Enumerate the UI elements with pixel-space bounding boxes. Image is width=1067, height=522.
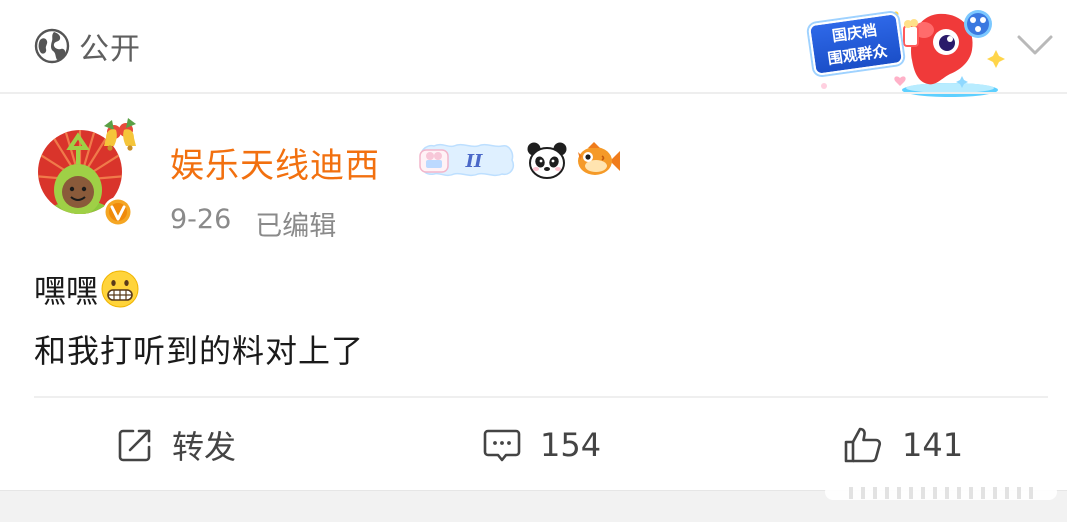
verified-v-icon [103,197,133,227]
like-button[interactable]: 141 [842,420,963,470]
fish-badge-icon[interactable] [576,140,622,182]
comment-icon [483,429,521,462]
edited-label[interactable]: 已编辑 [255,204,336,243]
grimacing-face-icon [101,270,139,308]
bell-decoration-icon [104,118,136,151]
like-count: 141 [902,426,964,464]
comment-count: 154 [540,426,602,464]
panda-badge-icon[interactable] [526,140,568,182]
constellation-badge-icon[interactable]: II [414,140,518,182]
author-name[interactable]: 娱乐天线迪西 [170,138,380,187]
avatar[interactable] [34,118,144,228]
thumbs-up-icon [844,427,882,463]
repost-label: 转发 [172,428,237,466]
post-text-line-2: 和我打听到的料对上了 [34,332,365,370]
repost-button[interactable]: 转发 [116,420,236,470]
post-meta: 9-26 已编辑 [170,204,336,243]
svg-text:II: II [465,151,483,172]
author-badges: II [414,138,622,184]
national-day-campaign-banner[interactable]: 国庆档 围观群众 [800,4,1008,100]
header-divider [0,92,1067,94]
actions-divider [34,396,1048,398]
globe-icon [34,28,70,64]
post-text-hehe: 嘿嘿 [34,272,99,310]
comment-button[interactable]: 154 [482,420,601,470]
visibility-indicator[interactable]: 公开 [34,26,141,67]
watermark-icon [825,484,1057,500]
post-header: 公开 国庆档 围观群众 [0,0,1067,97]
visibility-label: 公开 [79,32,141,67]
repost-icon [118,429,151,462]
post-date: 9-26 [170,204,232,235]
chevron-down-icon[interactable] [1014,28,1056,62]
post-text-line-1: 嘿嘿 [34,266,140,312]
